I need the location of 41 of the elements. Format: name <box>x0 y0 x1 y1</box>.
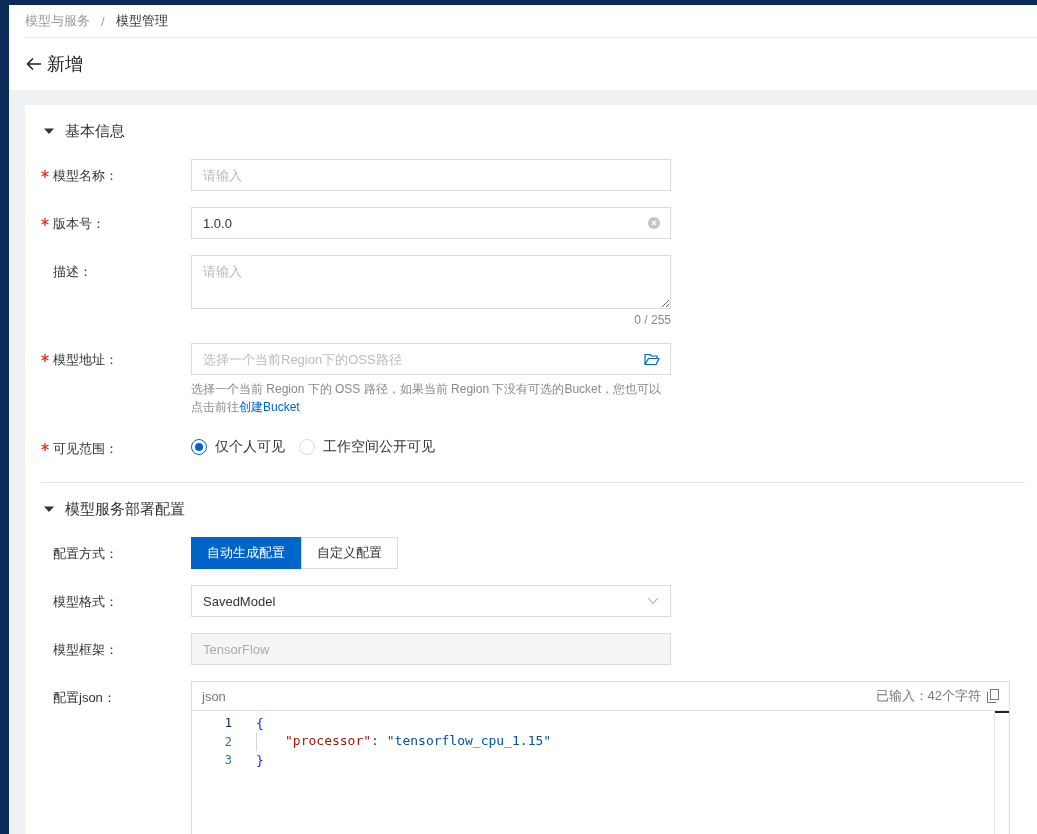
segment-button[interactable]: 自定义配置 <box>301 537 398 569</box>
field-label: 模型名称： <box>53 167 118 185</box>
select-field[interactable]: SavedModel <box>191 585 671 617</box>
segment-button[interactable]: 自动生成配置 <box>191 537 301 569</box>
line-number: 3 <box>223 753 232 768</box>
create-bucket-link[interactable]: 创建Bucket <box>239 400 300 414</box>
radio-option[interactable]: 仅个人可见 <box>191 438 285 456</box>
character-counter: 0 / 255 <box>633 313 671 327</box>
page-title: 新增 <box>47 53 83 76</box>
folder-icon[interactable] <box>644 352 660 366</box>
radio-option[interactable]: 工作空间公开可见 <box>299 438 435 456</box>
language-label: json <box>202 688 226 704</box>
textarea-field[interactable]: 请输入 <box>191 255 671 309</box>
chevron-down-icon <box>647 597 659 605</box>
input-field[interactable]: 请输入 <box>191 159 671 191</box>
radio-circle[interactable] <box>191 439 207 455</box>
line-number: 1 <box>223 716 232 731</box>
field-label: 配置json： <box>53 689 116 707</box>
line-number: 2 <box>223 734 232 749</box>
copy-icon[interactable] <box>987 689 999 703</box>
code-line: } <box>256 752 264 768</box>
field-label: 模型地址： <box>53 351 118 369</box>
help-text: 选择一个当前 Region 下的 OSS 路径，如果当前 Region 下没有可选的Bucket，您也可以点击前往创建Bucket <box>191 381 663 416</box>
scrollbar[interactable] <box>994 711 1009 834</box>
breadcrumb-separator: / <box>101 13 105 29</box>
character-count: 已输入：42个字符 <box>875 687 981 705</box>
input-field[interactable]: 1.0.0 <box>191 207 671 239</box>
section-title: 基本信息 <box>65 121 125 141</box>
field-label: 描述： <box>53 263 92 281</box>
field-label: 模型格式： <box>53 593 118 611</box>
field-label: 配置方式： <box>53 545 118 563</box>
code-editor[interactable]: json 已输入：42个字符 1 { 2 "processor": "tensorflow_cpu_1.15" 3 } <box>191 681 1010 834</box>
back-arrow-icon[interactable] <box>25 55 43 73</box>
caret-down-icon[interactable] <box>44 126 54 136</box>
field-label: 模型框架： <box>53 641 118 659</box>
code-line: "processor": "tensorflow_cpu_1.15" <box>256 732 552 751</box>
field-label: 版本号： <box>53 215 105 233</box>
field-label: 可见范围： <box>53 440 118 458</box>
section-title: 模型服务部署配置 <box>65 499 185 519</box>
caret-down-icon[interactable] <box>44 504 54 514</box>
code-line: { <box>256 715 264 731</box>
